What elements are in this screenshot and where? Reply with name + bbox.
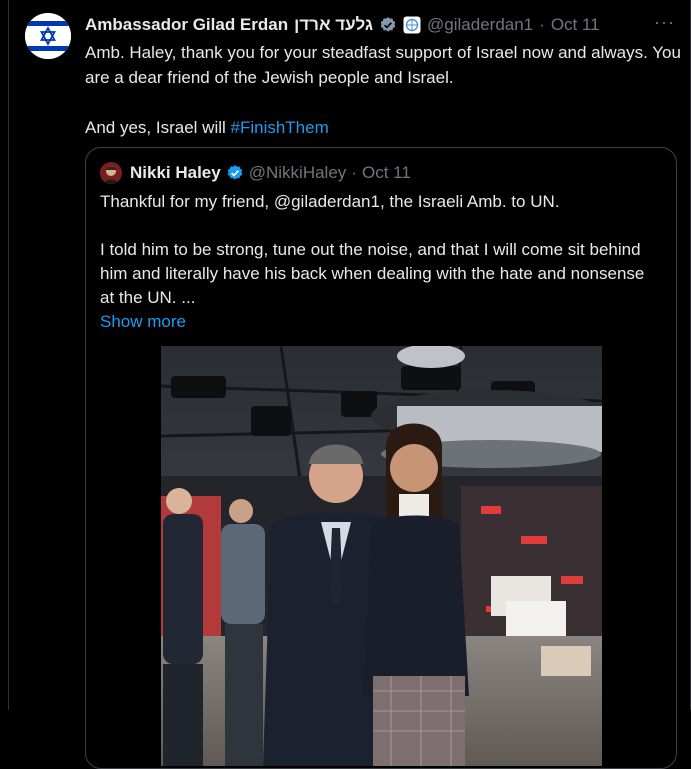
quoted-text-paragraph: I told him to be strong, tune out the no… [100, 240, 645, 307]
author-name[interactable]: Ambassador Gilad Erdan [85, 15, 288, 35]
timeline-left-border [0, 0, 9, 710]
tweet-text: Amb. Haley, thank you for your steadfast… [85, 40, 681, 140]
israel-flag-icon [25, 13, 71, 59]
quoted-author-name[interactable]: Nikki Haley [130, 163, 221, 183]
quoted-text-paragraph: Thankful for my friend, @giladerdan1, th… [100, 192, 560, 211]
quoted-author-handle[interactable]: @NikkiHaley [249, 163, 347, 183]
author-name-hebrew[interactable]: גלעד ארדן [294, 15, 373, 35]
show-more-link[interactable]: Show more [100, 310, 660, 334]
tweet-date[interactable]: Oct 11 [551, 15, 600, 35]
author-handle[interactable]: @giladerdan1 [427, 15, 533, 35]
quoted-date[interactable]: Oct 11 [362, 163, 411, 183]
tweet-text-prefix: And yes, Israel will [85, 118, 231, 137]
separator-dot: · [539, 15, 545, 34]
blue-verified-badge-icon[interactable] [226, 164, 244, 182]
gray-verified-badge-icon[interactable] [379, 16, 397, 34]
author-avatar[interactable] [25, 13, 71, 59]
quoted-tweet[interactable]: Nikki Haley @NikkiHaley · Oct 11 Thankfu… [85, 147, 677, 769]
un-emblem-icon[interactable] [403, 16, 421, 34]
hashtag-link[interactable]: #FinishThem [231, 118, 329, 137]
quoted-text: Thankful for my friend, @giladerdan1, th… [100, 190, 660, 334]
tweet-text-paragraph: And yes, Israel will #FinishThem [85, 115, 681, 140]
separator-dot: · [351, 163, 357, 182]
quoted-author-avatar[interactable] [100, 162, 122, 184]
tweet-header: Ambassador Gilad Erdan גלעד ארדן @gilade… [85, 13, 663, 37]
quoted-header: Nikki Haley @NikkiHaley · Oct 11 [100, 162, 411, 184]
studio-photo-illustration [161, 346, 602, 766]
more-options-icon[interactable]: ··· [654, 12, 675, 33]
tv-studio-photo[interactable] [161, 346, 602, 766]
tweet-text-paragraph: Amb. Haley, thank you for your steadfast… [85, 43, 681, 87]
